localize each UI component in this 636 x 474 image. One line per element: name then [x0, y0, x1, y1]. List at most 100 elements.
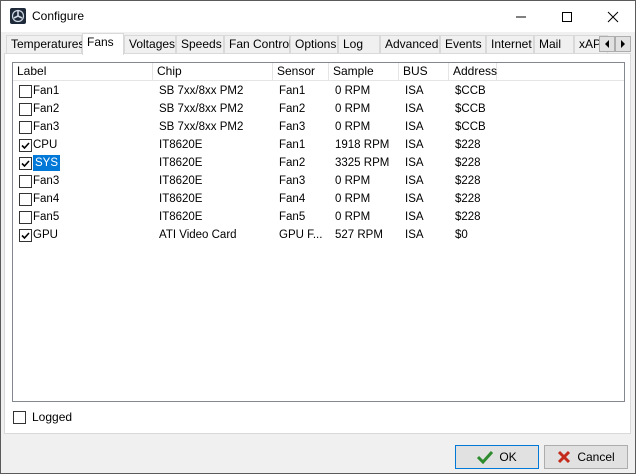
- column-header-label[interactable]: Label: [13, 63, 153, 80]
- cell-sample: 0 RPM: [335, 175, 371, 187]
- column-header-sample[interactable]: Sample: [329, 63, 399, 80]
- column-header-bus[interactable]: BUS: [399, 63, 449, 80]
- table-row[interactable]: SYS IT8620E Fan2 3325 RPM ISA $228: [13, 154, 624, 172]
- tab-log[interactable]: Log: [338, 35, 380, 54]
- checkmark-icon: [21, 232, 30, 240]
- row-checkbox[interactable]: [19, 175, 32, 188]
- cancel-button[interactable]: Cancel: [544, 445, 628, 469]
- tab-voltages[interactable]: Voltages: [124, 35, 176, 54]
- close-button[interactable]: [590, 1, 636, 32]
- checkmark-icon: [21, 160, 30, 168]
- column-header-address[interactable]: Address: [449, 63, 497, 80]
- cell-bus: ISA: [405, 157, 424, 169]
- tab-label: Fan Control: [229, 37, 292, 51]
- window-title: Configure: [32, 9, 85, 23]
- cell-address: $228: [455, 175, 481, 187]
- cell-address: $228: [455, 211, 481, 223]
- cell-chip: SB 7xx/8xx PM2: [159, 121, 244, 133]
- logged-checkbox-box[interactable]: [13, 411, 26, 424]
- tab-advanced[interactable]: Advanced: [380, 35, 440, 54]
- tab-internet[interactable]: Internet: [486, 35, 534, 54]
- table-row[interactable]: GPU ATI Video Card GPU F... 527 RPM ISA $0: [13, 226, 624, 244]
- cell-label: Fan3: [33, 121, 60, 133]
- tab-scroll-left-button[interactable]: [599, 36, 615, 52]
- cell-sample: 0 RPM: [335, 193, 371, 205]
- maximize-button[interactable]: [544, 1, 590, 32]
- cell-address: $CCB: [455, 121, 486, 133]
- logged-checkbox[interactable]: Logged: [13, 409, 133, 427]
- cancel-label: Cancel: [577, 450, 615, 464]
- row-checkbox[interactable]: [19, 211, 32, 224]
- tab-events[interactable]: Events: [440, 35, 486, 54]
- app-icon: [10, 8, 26, 24]
- cell-address: $CCB: [455, 103, 486, 115]
- tab-label: Fans: [87, 35, 114, 49]
- column-header-sensor[interactable]: Sensor: [273, 63, 329, 80]
- list-header: Label Chip Sensor Sample BUS Address: [13, 63, 624, 81]
- close-icon: [607, 11, 619, 22]
- tab-fans[interactable]: Fans: [82, 33, 124, 55]
- tab-mail[interactable]: Mail: [534, 35, 574, 54]
- tab-label: Log: [343, 37, 364, 51]
- cell-bus: ISA: [405, 175, 424, 187]
- tab-strip: Temperatures Fans Voltages Speeds Fan Co…: [3, 33, 633, 55]
- ok-button[interactable]: OK: [455, 445, 539, 469]
- tab-label: Internet: [491, 37, 532, 51]
- cell-sensor: Fan3: [279, 175, 306, 187]
- table-row[interactable]: Fan1 SB 7xx/8xx PM2 Fan1 0 RPM ISA $CCB: [13, 82, 624, 100]
- table-row[interactable]: Fan4 IT8620E Fan4 0 RPM ISA $228: [13, 190, 624, 208]
- cell-label: Fan3: [33, 175, 60, 187]
- row-checkbox[interactable]: [19, 139, 32, 152]
- checkmark-icon: [21, 142, 30, 150]
- cell-sensor: Fan5: [279, 211, 306, 223]
- cell-sensor: Fan3: [279, 121, 306, 133]
- fans-list[interactable]: Label Chip Sensor Sample BUS Address Fan…: [12, 62, 625, 402]
- cell-sensor: Fan2: [279, 103, 306, 115]
- row-checkbox[interactable]: [19, 193, 32, 206]
- cell-sample: 0 RPM: [335, 121, 371, 133]
- minimize-button[interactable]: [498, 1, 544, 32]
- cell-sensor: Fan1: [279, 85, 306, 97]
- cell-address: $228: [455, 193, 481, 205]
- cell-sample: 3325 RPM: [335, 157, 390, 169]
- cell-chip: SB 7xx/8xx PM2: [159, 85, 244, 97]
- cell-sample: 0 RPM: [335, 85, 371, 97]
- tab-label: Voltages: [129, 37, 176, 51]
- table-row[interactable]: Fan5 IT8620E Fan5 0 RPM ISA $228: [13, 208, 624, 226]
- cell-label: SYS: [33, 155, 61, 171]
- tab-fan-control[interactable]: Fan Control: [224, 35, 292, 54]
- checkmark-icon: [477, 450, 494, 464]
- cell-address: $228: [455, 139, 481, 151]
- tab-speeds[interactable]: Speeds: [176, 35, 224, 54]
- tab-label: Temperatures: [11, 37, 85, 51]
- cell-sample: 0 RPM: [335, 103, 371, 115]
- table-row[interactable]: Fan2 SB 7xx/8xx PM2 Fan2 0 RPM ISA $CCB: [13, 100, 624, 118]
- fans-panel: Label Chip Sensor Sample BUS Address Fan…: [4, 53, 631, 434]
- logged-label: Logged: [32, 410, 73, 424]
- cell-bus: ISA: [405, 121, 424, 133]
- cell-sensor: Fan4: [279, 193, 306, 205]
- table-row[interactable]: Fan3 IT8620E Fan3 0 RPM ISA $228: [13, 172, 624, 190]
- cell-label: Fan1: [33, 85, 60, 97]
- tab-scroll-right-button[interactable]: [615, 36, 631, 52]
- tab-scroll-right-icon: [621, 40, 625, 48]
- tab-temperatures[interactable]: Temperatures: [6, 35, 85, 54]
- cell-chip: IT8620E: [159, 211, 203, 223]
- cell-sample: 0 RPM: [335, 211, 371, 223]
- table-row[interactable]: CPU IT8620E Fan1 1918 RPM ISA $228: [13, 136, 624, 154]
- minimize-icon: [516, 16, 526, 17]
- column-header-chip[interactable]: Chip: [153, 63, 273, 80]
- row-checkbox[interactable]: [19, 229, 32, 242]
- table-row[interactable]: Fan3 SB 7xx/8xx PM2 Fan3 0 RPM ISA $CCB: [13, 118, 624, 136]
- tab-label: Speeds: [181, 37, 222, 51]
- row-checkbox[interactable]: [19, 157, 32, 170]
- row-checkbox[interactable]: [19, 85, 32, 98]
- row-checkbox[interactable]: [19, 121, 32, 134]
- configure-window: Configure Temperatures Fans Voltages Spe…: [0, 0, 636, 474]
- cell-bus: ISA: [405, 139, 424, 151]
- row-checkbox[interactable]: [19, 103, 32, 116]
- tab-options[interactable]: Options: [290, 35, 338, 54]
- cell-chip: ATI Video Card: [159, 229, 237, 241]
- cell-chip: IT8620E: [159, 157, 203, 169]
- cell-chip: SB 7xx/8xx PM2: [159, 103, 244, 115]
